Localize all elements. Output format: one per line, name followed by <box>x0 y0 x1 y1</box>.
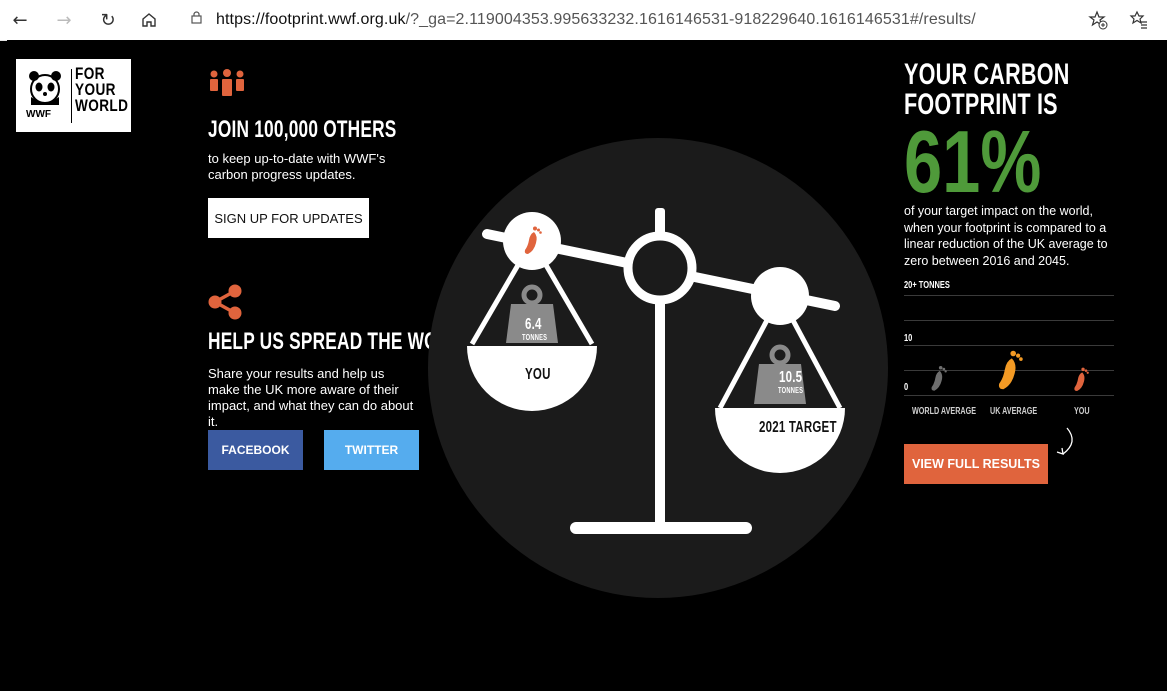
wwf-logo[interactable]: WWF FOR YOUR WORLD <box>16 59 131 132</box>
sign-up-button[interactable]: SIGN UP FOR UPDATES <box>208 198 369 238</box>
x-label-uk-average: UK AVERAGE <box>990 406 1038 417</box>
join-heading: JOIN 100,000 OTHERS <box>208 116 397 143</box>
result-heading-line-1: YOUR CARBON <box>904 58 1070 91</box>
scale-base <box>570 522 752 534</box>
share-icon[interactable] <box>208 284 244 320</box>
refresh-icon[interactable]: ↻ <box>96 8 120 32</box>
browser-toolbar: ← → ↻ https://footprint.wwf.org.uk/?_ga=… <box>0 0 1167 41</box>
join-text: to keep up-to-date with WWF's carbon pro… <box>208 151 386 182</box>
arrow-icon <box>1056 427 1073 455</box>
share-text: Share your results and help us make the … <box>208 366 414 429</box>
url-path: /?_ga=2.119004353.995633232.1616146531-9… <box>405 11 976 28</box>
footprint-icon <box>524 226 542 254</box>
result-percent: 61% <box>904 112 1042 211</box>
y-tick-label: 20+ TONNES <box>904 280 950 291</box>
people-icon <box>210 69 244 96</box>
logo-line-3: WORLD <box>75 96 129 115</box>
back-icon[interactable]: ← <box>8 8 32 32</box>
forward-icon[interactable]: → <box>52 8 76 32</box>
scale-pivot <box>623 231 697 305</box>
favorites-icon[interactable] <box>1127 8 1151 32</box>
x-label-you: YOU <box>1074 406 1090 417</box>
scale-illustration <box>428 138 888 598</box>
target-label: 2021 TARGET <box>759 419 837 436</box>
address-bar[interactable]: https://footprint.wwf.org.uk/?_ga=2.1190… <box>216 6 1111 34</box>
you-unit: TONNES <box>522 333 548 342</box>
target-unit: TONNES <box>778 386 804 395</box>
y-tick-label: 10 <box>904 333 913 344</box>
result-description: of your target impact on the world, when… <box>904 204 1108 268</box>
wwf-wordmark: WWF <box>26 109 51 120</box>
home-icon[interactable] <box>137 8 161 32</box>
world-average-footprint <box>931 365 947 391</box>
logo-divider <box>71 69 72 123</box>
twitter-button[interactable]: TWITTER <box>324 430 419 470</box>
facebook-button[interactable]: FACEBOOK <box>208 430 303 470</box>
grid-line <box>904 295 1114 296</box>
view-full-results-button[interactable]: VIEW FULL RESULTS <box>904 444 1048 484</box>
logo-tagline: FOR YOUR WORLD <box>75 65 129 115</box>
you-label: YOU <box>525 366 551 383</box>
uk-average-footprint <box>998 350 1023 390</box>
you-value: 6.4 <box>525 316 542 333</box>
url-host: https://footprint.wwf.org.uk <box>216 11 406 28</box>
x-label-world-average: WORLD AVERAGE <box>912 406 977 417</box>
add-favorite-icon[interactable] <box>1086 8 1110 32</box>
share-heading: HELP US SPREAD THE WORD <box>208 328 464 355</box>
panda-icon <box>29 71 61 105</box>
target-value: 10.5 <box>779 369 803 386</box>
result-heading: YOUR CARBON FOOTPRINT IS <box>904 60 1070 120</box>
target-pan-top <box>751 267 809 325</box>
page: WWF FOR YOUR WORLD JOIN 100,000 OTHERS t… <box>7 40 1167 691</box>
you-footprint <box>1074 367 1089 392</box>
y-tick-label: 0 <box>904 382 909 393</box>
grid-line <box>904 320 1114 321</box>
lock-icon[interactable] <box>191 11 202 24</box>
